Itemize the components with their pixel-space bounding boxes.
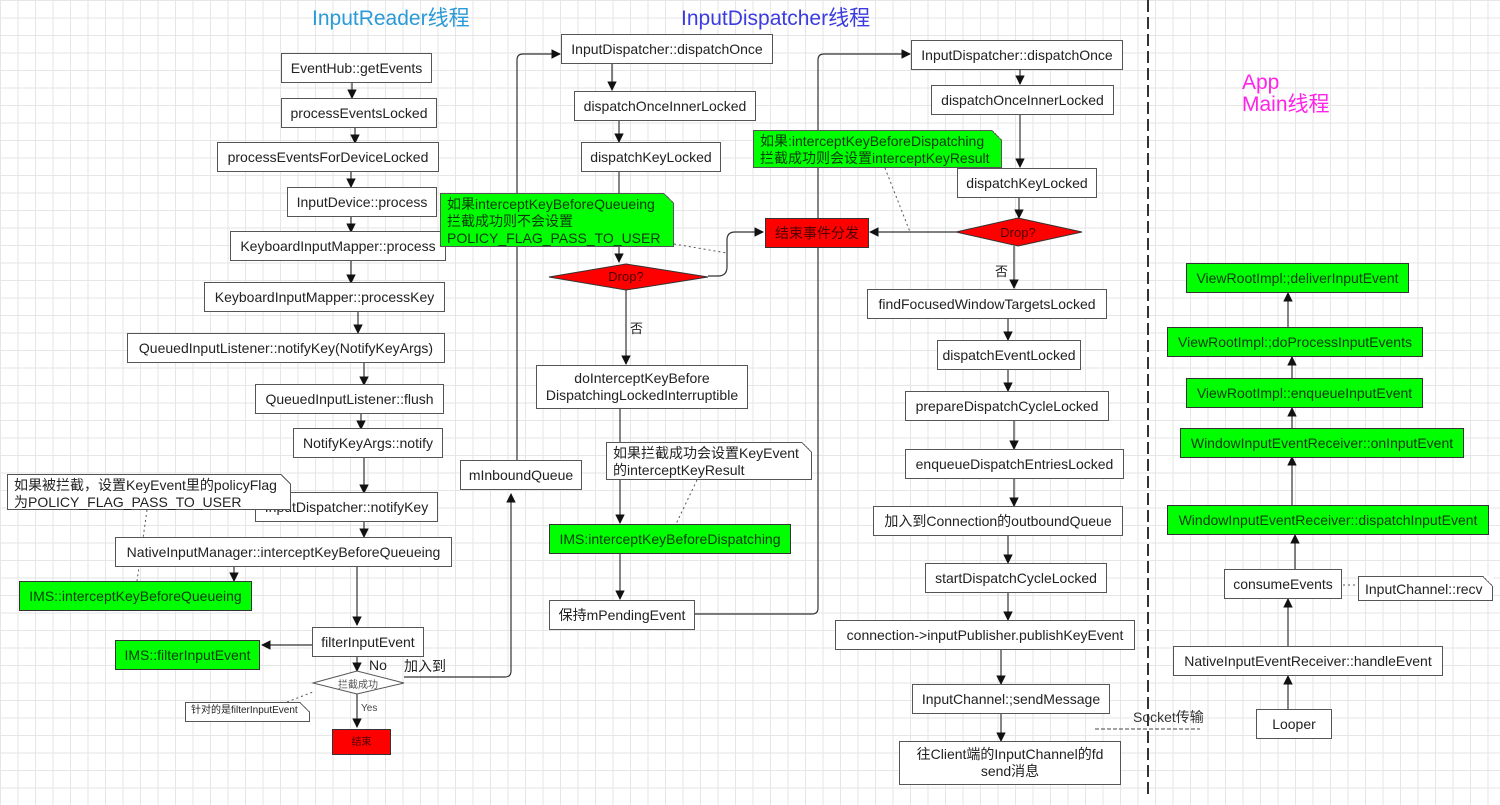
box-dispatch-key-locked[interactable]: dispatchKeyLocked	[581, 142, 721, 172]
title-app-main-line2: Main线程	[1242, 93, 1330, 116]
box-process-events-for-device-locked[interactable]: processEventsForDeviceLocked	[217, 142, 439, 172]
box-deliver-input-event[interactable]: ViewRootImpl:;deliverInputEvent	[1186, 263, 1409, 293]
box-add-to-outbound-queue[interactable]: 加入到Connection的outboundQueue	[873, 506, 1123, 536]
box-handle-event[interactable]: NativeInputEventReceiver::handleEvent	[1173, 646, 1443, 676]
box-dispatch-event-locked[interactable]: dispatchEventLocked	[937, 340, 1081, 370]
label-no-2: 否	[995, 264, 1009, 279]
box-process-events-locked[interactable]: processEventsLocked	[281, 98, 437, 128]
box-send-message[interactable]: InputChannel:;sendMessage	[912, 684, 1110, 714]
note-connector	[675, 479, 698, 525]
title-app-main: App Main线程	[1242, 72, 1330, 116]
box-notify-key-args-notify[interactable]: NotifyKeyArgs::notify	[293, 428, 443, 458]
box-do-process-input-events[interactable]: ViewRootImpl:;doProcessInputEvents	[1167, 327, 1423, 357]
box-dispatch-once-2[interactable]: InputDispatcher::dispatchOnce	[911, 40, 1123, 70]
send-to-client-line1: 往Client端的InputChannel的fd	[916, 746, 1104, 762]
box-get-events[interactable]: EventHub::getEvents	[281, 53, 432, 83]
title-input-reader: InputReader线程	[312, 7, 470, 30]
label-add-to: 加入到	[404, 658, 446, 674]
note-input-channel-recv: InputChannel::recv	[1358, 576, 1493, 601]
box-publish-key-event[interactable]: connection->inputPublisher.publishKeyEve…	[835, 620, 1135, 650]
box-ims-filter-input-event[interactable]: IMS::filterInputEvent	[115, 640, 260, 670]
box-enqueue-dispatch-entries[interactable]: enqueueDispatchEntriesLocked	[905, 449, 1124, 479]
box-prepare-dispatch-cycle[interactable]: prepareDispatchCycleLocked	[905, 391, 1109, 421]
socket-label: Socket传输	[1133, 709, 1204, 725]
note-filter: 针对的是filterInputEvent	[185, 702, 310, 722]
box-inbound-queue[interactable]: mInboundQueue	[460, 460, 582, 490]
box-end[interactable]: 结束	[332, 729, 391, 755]
label-yes: Yes	[361, 703, 378, 714]
title-input-dispatcher: InputDispatcher线程	[681, 7, 871, 30]
box-dispatch-key-locked-2[interactable]: dispatchKeyLocked	[957, 168, 1097, 198]
do-intercept-line1: doInterceptKeyBefore	[574, 370, 710, 386]
do-intercept-line2: DispatchingLockedInterruptible	[545, 387, 739, 403]
box-queued-listener-flush[interactable]: QueuedInputListener::flush	[255, 384, 444, 414]
box-dispatch-once-inner-locked-2[interactable]: dispatchOnceInnerLocked	[931, 85, 1114, 115]
box-consume-events[interactable]: consumeEvents	[1224, 569, 1342, 599]
note-before-dispatching: 如果:interceptKeyBeforeDispatching 拦截成功则会设…	[753, 130, 1002, 168]
box-looper[interactable]: Looper	[1256, 709, 1332, 739]
note-connector	[884, 167, 911, 233]
box-enqueue-input-event[interactable]: ViewRootImpl::enqueueInputEvent	[1186, 378, 1423, 408]
drop-label-2: Drop?	[1000, 225, 1036, 240]
note-connector	[673, 243, 728, 254]
box-keyboard-mapper-process-key[interactable]: KeyboardInputMapper::processKey	[204, 282, 445, 312]
box-find-focused-window-targets[interactable]: findFocusedWindowTargetsLocked	[867, 289, 1107, 319]
box-do-intercept-key-before-dispatching[interactable]: doInterceptKeyBefore DispatchingLockedIn…	[536, 365, 748, 409]
box-end-dispatch[interactable]: 结束事件分发	[765, 218, 869, 248]
box-keyboard-mapper-process[interactable]: KeyboardInputMapper::process	[230, 231, 446, 261]
box-ims-intercept-before-queueing[interactable]: IMS::interceptKeyBeforeQueueing	[19, 581, 252, 611]
box-start-dispatch-cycle[interactable]: startDispatchCycleLocked	[925, 563, 1107, 593]
box-on-input-event[interactable]: WindowInputEventReceiver::onInputEvent	[1180, 428, 1464, 458]
send-to-client-line2: send消息	[980, 763, 1040, 779]
box-send-to-client[interactable]: 往Client端的InputChannel的fd send消息	[899, 741, 1121, 785]
box-native-intercept-before-queueing[interactable]: NativeInputManager::interceptKeyBeforeQu…	[115, 537, 452, 567]
label-no: No	[369, 657, 387, 673]
intercept-success-label: 拦截成功	[338, 680, 378, 691]
note-policy-flag: 如果被拦截，设置KeyEvent里的policyFlag 为POLICY_FLA…	[7, 474, 291, 510]
box-ims-intercept-before-dispatching[interactable]: IMS:interceptKeyBeforeDispatching	[549, 524, 791, 554]
box-keep-pending-event[interactable]: 保持mPendingEvent	[549, 600, 695, 630]
note-before-queueing: 如果interceptKeyBeforeQueueing 拦截成功则不会设置 P…	[440, 193, 674, 247]
arrow	[708, 227, 764, 277]
box-filter-input-event[interactable]: filterInputEvent	[312, 627, 424, 657]
box-dispatch-once-inner-locked[interactable]: dispatchOnceInnerLocked	[574, 91, 756, 121]
drop-label-1: Drop?	[608, 269, 644, 284]
box-dispatch-once[interactable]: InputDispatcher::dispatchOnce	[561, 34, 773, 64]
note-intercept-result: 如果拦截成功会设置KeyEvent 的interceptKeyResult	[606, 442, 812, 480]
box-queued-listener-notify-key[interactable]: QueuedInputListener::notifyKey(NotifyKey…	[127, 333, 445, 363]
title-app-main-line1: App	[1242, 71, 1280, 94]
box-dispatch-input-event[interactable]: WindowInputEventReceiver::dispatchInputE…	[1167, 505, 1489, 535]
label-no-1: 否	[630, 321, 644, 336]
note-connector	[286, 691, 314, 703]
box-input-device-process[interactable]: InputDevice::process	[287, 187, 437, 217]
